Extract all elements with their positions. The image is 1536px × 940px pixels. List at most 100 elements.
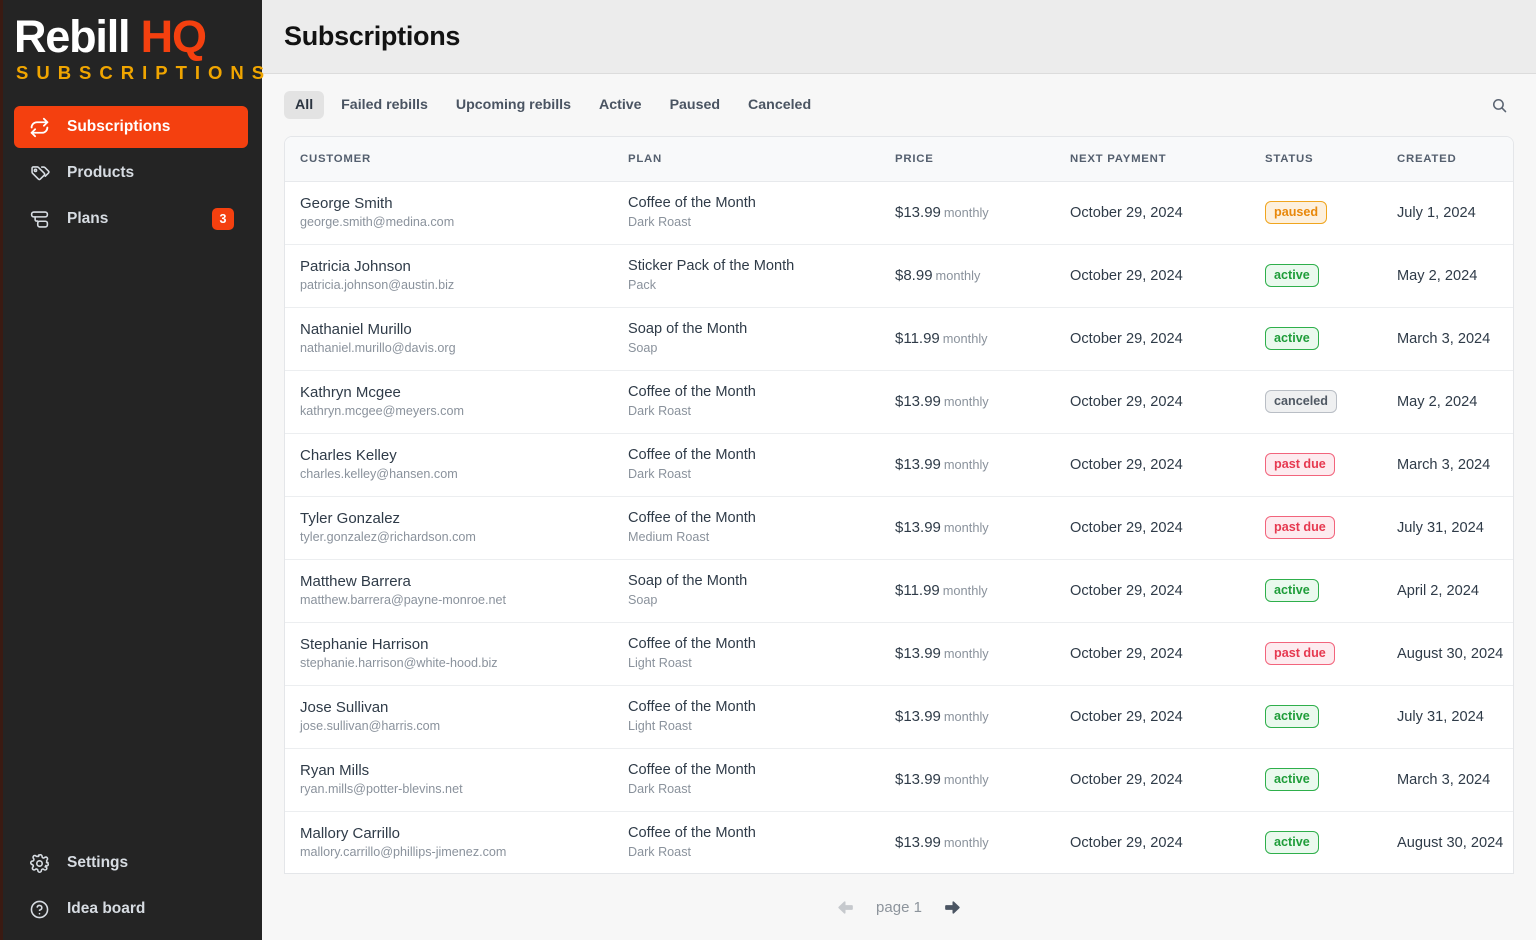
price-amount: $11.99 (895, 581, 940, 599)
cell-next-payment: October 29, 2024 (1070, 370, 1265, 434)
column-header-price[interactable]: PRICE (895, 137, 1070, 182)
tab-all[interactable]: All (284, 91, 325, 119)
sidebar-item-subscriptions[interactable]: Subscriptions (14, 106, 248, 148)
sidebar-item-idea-board[interactable]: Idea board (14, 888, 248, 930)
table-row[interactable]: Mallory Carrillo mallory.carrillo@phillip… (285, 811, 1513, 873)
cell-created: March 3, 2024 (1397, 748, 1513, 812)
tab-active[interactable]: Active (588, 91, 653, 119)
table-head: CUSTOMER PLAN PRICE NEXT PAYMENT STATUS … (285, 137, 1513, 182)
tab-paused[interactable]: Paused (659, 91, 731, 119)
cell-next-payment: October 29, 2024 (1070, 748, 1265, 812)
layers-icon (28, 208, 50, 230)
cell-status: canceled (1265, 370, 1397, 434)
cell-status: active (1265, 559, 1397, 623)
page-header: Subscriptions (262, 0, 1536, 74)
cell-customer: Matthew Barrera matthew.barrera@payne-mon… (285, 559, 628, 623)
table-row[interactable]: Matthew Barrera matthew.barrera@payne-mon… (285, 559, 1513, 623)
customer-email: jose.sullivan@harris.com (300, 719, 441, 733)
cell-next-payment: October 29, 2024 (1070, 181, 1265, 245)
column-header-customer[interactable]: CUSTOMER (285, 137, 628, 182)
app-root: Rebill HQ SUBSCRIPTIONS Subscriptions Pr… (0, 0, 1536, 940)
arrow-right-icon[interactable] (940, 894, 966, 920)
cell-price: $13.99 monthly (895, 370, 1070, 434)
price-interval: monthly (943, 519, 989, 535)
cell-price: $13.99 monthly (895, 433, 1070, 497)
cell-price: $8.99 monthly (895, 244, 1070, 308)
plan-variant: Light Roast (628, 656, 692, 670)
column-header-plan[interactable]: PLAN (628, 137, 895, 182)
plan-variant: Soap (628, 341, 658, 355)
sidebar-item-label: Subscriptions (67, 118, 171, 135)
table-header-row: CUSTOMER PLAN PRICE NEXT PAYMENT STATUS … (285, 137, 1513, 182)
search-icon[interactable] (1484, 90, 1514, 120)
cell-customer: Ryan Mills ryan.mills@potter-blevins.net (285, 748, 628, 812)
sidebar-edge-accent (0, 0, 3, 940)
status-badge: active (1265, 327, 1319, 350)
cell-status: past due (1265, 622, 1397, 686)
plan-variant: Light Roast (628, 719, 692, 733)
price-interval: monthly (943, 204, 989, 220)
customer-email: patricia.johnson@austin.biz (300, 278, 455, 292)
status-badge: past due (1265, 642, 1335, 665)
created-date: March 3, 2024 (1397, 456, 1491, 473)
cell-created: July 1, 2024 (1397, 181, 1513, 245)
cell-created: May 2, 2024 (1397, 244, 1513, 308)
customer-name: Kathryn Mcgee (300, 384, 401, 401)
customer-email: kathryn.mcgee@meyers.com (300, 404, 464, 418)
tab-upcoming-rebills[interactable]: Upcoming rebills (445, 91, 582, 119)
cell-created: March 3, 2024 (1397, 307, 1513, 371)
cell-plan: Coffee of the Month Dark Roast (628, 181, 895, 245)
table-row[interactable]: Nathaniel Murillo nathaniel.murillo@davis… (285, 307, 1513, 371)
status-badge: active (1265, 705, 1319, 728)
sidebar-item-label: Products (67, 164, 135, 181)
cell-plan: Soap of the Month Soap (628, 307, 895, 371)
cell-price: $13.99 monthly (895, 181, 1070, 245)
cell-customer: Charles Kelley charles.kelley@hansen.com (285, 433, 628, 497)
plan-variant: Dark Roast (628, 782, 691, 796)
tag-icon (28, 162, 50, 184)
price-amount: $11.99 (895, 329, 940, 347)
status-badge: past due (1265, 453, 1335, 476)
cell-created: July 31, 2024 (1397, 496, 1513, 560)
column-header-next-payment[interactable]: NEXT PAYMENT (1070, 137, 1265, 182)
cell-created: March 3, 2024 (1397, 433, 1513, 497)
cell-next-payment: October 29, 2024 (1070, 811, 1265, 873)
table-row[interactable]: George Smith george.smith@medina.com Coffe… (285, 181, 1513, 245)
plan-variant: Dark Roast (628, 215, 691, 229)
arrow-left-icon[interactable] (832, 894, 858, 920)
customer-name: Charles Kelley (300, 447, 397, 464)
table-body: George Smith george.smith@medina.com Coffe… (285, 181, 1513, 873)
next-payment-date: October 29, 2024 (1070, 456, 1183, 473)
table-row[interactable]: Tyler Gonzalez tyler.gonzalez@richardson.… (285, 496, 1513, 560)
table-row[interactable]: Stephanie Harrison stephanie.harrison@whi… (285, 622, 1513, 686)
cell-customer: Stephanie Harrison stephanie.harrison@whi… (285, 622, 628, 686)
cell-status: active (1265, 244, 1397, 308)
table-row[interactable]: Kathryn Mcgee kathryn.mcgee@meyers.com Cof… (285, 370, 1513, 434)
tab-failed-rebills[interactable]: Failed rebills (330, 91, 439, 119)
table-row[interactable]: Charles Kelley charles.kelley@hansen.com C… (285, 433, 1513, 497)
customer-name: Mallory Carrillo (300, 825, 401, 843)
status-badge: active (1265, 831, 1319, 855)
table-row[interactable]: Patricia Johnson patricia.johnson@austin.… (285, 244, 1513, 308)
table-row[interactable]: Jose Sullivan jose.sullivan@harris.com Cof… (285, 685, 1513, 749)
tab-canceled[interactable]: Canceled (737, 91, 822, 119)
sidebar-item-products[interactable]: Products (14, 152, 248, 194)
cell-price: $13.99 monthly (895, 748, 1070, 812)
column-header-status[interactable]: STATUS (1265, 137, 1397, 182)
customer-email: mallory.carrillo@phillips-jimenez.com (300, 845, 507, 860)
column-header-created[interactable]: CREATED (1397, 137, 1513, 182)
main-area: Subscriptions All Failed rebills Upcomin… (262, 0, 1536, 940)
next-payment-date: October 29, 2024 (1070, 645, 1183, 662)
cell-status: active (1265, 685, 1397, 749)
plan-variant: Dark Roast (628, 467, 691, 481)
created-date: March 3, 2024 (1397, 330, 1491, 347)
sidebar-item-label: Idea board (67, 900, 146, 917)
table-row[interactable]: Ryan Mills ryan.mills@potter-blevins.net C… (285, 748, 1513, 812)
cell-status: past due (1265, 496, 1397, 560)
price-interval: monthly (942, 582, 988, 598)
logo-wordmark: Rebill HQ (14, 12, 248, 62)
customer-name: Nathaniel Murillo (300, 321, 412, 338)
sidebar-item-settings[interactable]: Settings (14, 842, 248, 884)
sidebar-item-plans[interactable]: Plans 3 (14, 198, 248, 240)
next-payment-date: October 29, 2024 (1070, 771, 1183, 788)
